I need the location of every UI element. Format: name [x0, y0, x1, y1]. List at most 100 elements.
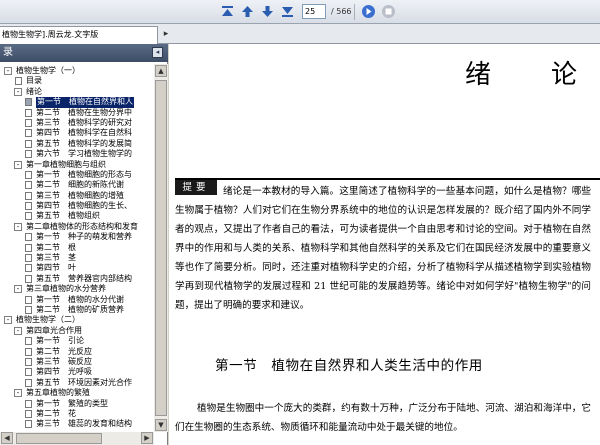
tree-item[interactable]: - 绪论 [0, 87, 154, 97]
collapse-toggle-icon[interactable]: - [4, 67, 12, 75]
tree-item-label: 目录 [26, 76, 42, 86]
tree-item[interactable]: 第二节 细胞的新陈代谢 [0, 180, 154, 190]
tree-item[interactable]: 第六节 学习植物生物学的 [0, 149, 154, 159]
scroll-left-icon[interactable]: ◀ [1, 432, 13, 444]
bookmark-page-icon [25, 181, 32, 190]
scroll-down-icon[interactable]: ▼ [155, 419, 167, 431]
toolbar-divider [354, 4, 355, 20]
bookmark-page-icon [25, 98, 32, 107]
tree-item[interactable]: 第一节 植物的水分代谢 [0, 295, 154, 305]
tree-item[interactable]: - 第五章植物的繁殖 [0, 388, 154, 398]
tree-item[interactable]: 第四节 植物科学在自然科 [0, 128, 154, 138]
tree-item[interactable]: 第四节 植物细胞的生长、 [0, 201, 154, 211]
bookmark-page-icon [15, 77, 22, 86]
tree-item[interactable]: 第三节 茎 [0, 253, 154, 263]
tree-item-label: 第三节 雄蕊的发育和结构 [36, 419, 132, 429]
tree-item-label: 第二节 细胞的新陈代谢 [36, 180, 124, 190]
section-heading: 第一节 植物在自然界和人类生活中的作用 [215, 358, 483, 374]
page-number-input[interactable] [302, 4, 326, 19]
bookmark-page-icon [25, 347, 32, 356]
tree-item[interactable]: 第一节 植物在自然界和人 [0, 97, 154, 108]
tree-item[interactable]: 第一节 繁殖的类型 [0, 399, 154, 409]
tree-item[interactable]: 第三节 碳反应 [0, 357, 154, 367]
bookmark-page-icon [25, 202, 32, 211]
bookmark-page-icon [25, 420, 32, 429]
tree-item[interactable]: - 第三章植物的水分营养 [0, 284, 154, 294]
tree-item-label: 第一节 引论 [36, 336, 84, 346]
collapse-toggle-icon[interactable]: - [14, 160, 22, 169]
last-page-icon[interactable] [279, 3, 296, 20]
tree-item[interactable]: 第一节 植物细胞的形态与 [0, 170, 154, 180]
tree-item-label: 第五节 营养器官内部结构 [36, 273, 132, 283]
bookmark-page-icon [25, 118, 32, 127]
next-page-icon[interactable] [259, 3, 276, 20]
bookmark-page-icon [25, 139, 32, 148]
collapse-toggle-icon[interactable]: - [14, 326, 22, 335]
tab-document[interactable]: 植物生物学].周云龙.文字版 [0, 26, 158, 44]
tree-item[interactable]: 第二节 植物在生物分界中 [0, 108, 154, 118]
tree-item[interactable]: 第五节 环境因素对光合作 [0, 378, 154, 388]
tree-item[interactable]: 第二节 花 [0, 409, 154, 419]
horizontal-scrollbar[interactable]: ◀ ▶ [0, 432, 154, 445]
bookmark-page-icon [25, 399, 32, 408]
tree-item-label: 第四节 叶 [36, 263, 76, 273]
collapse-toggle-icon[interactable]: - [14, 389, 22, 398]
tree-item-label: 第三章植物的水分营养 [26, 284, 106, 294]
tree-item[interactable]: - 第四章光合作用 [0, 326, 154, 336]
tree-item[interactable]: - 植物生物学（二） [0, 315, 154, 325]
document-view[interactable]: 绪论 提要 绪论是一本教材的导入篇。这里简述了植物科学的一些基本问题，如什么是植… [169, 44, 600, 445]
collapse-toggle-icon[interactable]: - [4, 316, 12, 325]
tree-item-label: 第五章植物的繁殖 [26, 388, 90, 398]
h-scroll-thumb[interactable] [16, 433, 102, 444]
tree-item[interactable]: 第一节 种子的萌发和营养 [0, 232, 154, 242]
vertical-scrollbar[interactable]: ▲ ▼ [154, 64, 168, 432]
tree-item[interactable]: 第三节 植物细胞的增殖 [0, 191, 154, 201]
scroll-right-icon[interactable]: ▶ [141, 432, 153, 444]
tree-item[interactable]: 第四节 叶 [0, 263, 154, 273]
collapse-toggle-icon[interactable]: - [14, 285, 22, 294]
tree-item[interactable]: 第二节 植物的矿质营养 [0, 305, 154, 315]
collapse-panel-button[interactable]: ◂ [152, 47, 163, 58]
tree-item-label: 第三节 碳反应 [36, 356, 92, 366]
tree-item[interactable]: 第二节 根 [0, 243, 154, 253]
tree-item[interactable]: 第四节 光呼吸 [0, 367, 154, 377]
abstract-text: 绪论是一本教材的导入篇。这里简述了植物科学的一些基本问题，如什么是植物？哪些生物… [175, 186, 591, 311]
tree-item[interactable]: 第三节 植物科学的研究对 [0, 118, 154, 128]
tree-item[interactable]: - 植物生物学（一） [0, 66, 154, 76]
tree-item-label: 第三节 茎 [36, 253, 76, 263]
panel-header: 录 ◂ [0, 44, 168, 62]
tree-item-label: 第一节 繁殖的类型 [36, 398, 108, 408]
stop-icon[interactable] [380, 3, 397, 20]
bookmark-page-icon [25, 305, 32, 314]
tree-item[interactable]: 目录 [0, 76, 154, 86]
tree-item[interactable]: - 第二章植物体的形态结构和发育 [0, 222, 154, 232]
tree-item-label: 第二节 植物的矿质营养 [36, 304, 124, 314]
tree-item[interactable]: 第五节 营养器官内部结构 [0, 274, 154, 284]
tree-item-label: 第四节 光呼吸 [36, 367, 92, 377]
tab-scroll-right-icon[interactable]: ▸ [160, 27, 172, 41]
tree-item-label: 第六节 学习植物生物学的 [36, 149, 132, 159]
scroll-up-icon[interactable]: ▲ [155, 65, 167, 77]
bookmark-tree: - 植物生物学（一） 目录 - 绪论 第一节 植物在自然界和人 第二节 植物在生物分界中 第三… [0, 66, 154, 434]
go-icon[interactable] [360, 3, 377, 20]
tree-item[interactable]: 第五节 植物科学的发展简 [0, 139, 154, 149]
tree-item[interactable]: 第一节 引论 [0, 336, 154, 346]
body-paragraph: 植物是生物圈中一个庞大的类群，约有数十万种，广泛分布于陆地、河流、湖泊和海洋中，… [175, 403, 591, 433]
tab-strip: 植物生物学].周云龙.文字版 ▸ [0, 24, 600, 44]
bookmark-page-icon [25, 357, 32, 366]
bookmark-page-icon [25, 378, 32, 387]
first-page-icon[interactable] [219, 3, 236, 20]
tree-item-label: 植物生物学（二） [16, 315, 80, 325]
tree-item-label: 第一节 植物的水分代谢 [36, 294, 124, 304]
collapse-toggle-icon[interactable]: - [14, 222, 22, 231]
tree-item[interactable]: - 第一章植物细胞与组织 [0, 160, 154, 170]
tree-item-label: 第三节 植物细胞的增殖 [36, 190, 124, 200]
tree-item-label: 绪论 [26, 86, 42, 96]
scroll-thumb[interactable] [155, 80, 167, 416]
bookmark-page-icon [25, 264, 32, 273]
tree-item[interactable]: 第三节 雄蕊的发育和结构 [0, 419, 154, 429]
prev-page-icon[interactable] [239, 3, 256, 20]
tree-item[interactable]: 第五节 植物组织 [0, 211, 154, 221]
collapse-toggle-icon[interactable]: - [14, 87, 22, 96]
tree-item[interactable]: 第二节 光反应 [0, 347, 154, 357]
